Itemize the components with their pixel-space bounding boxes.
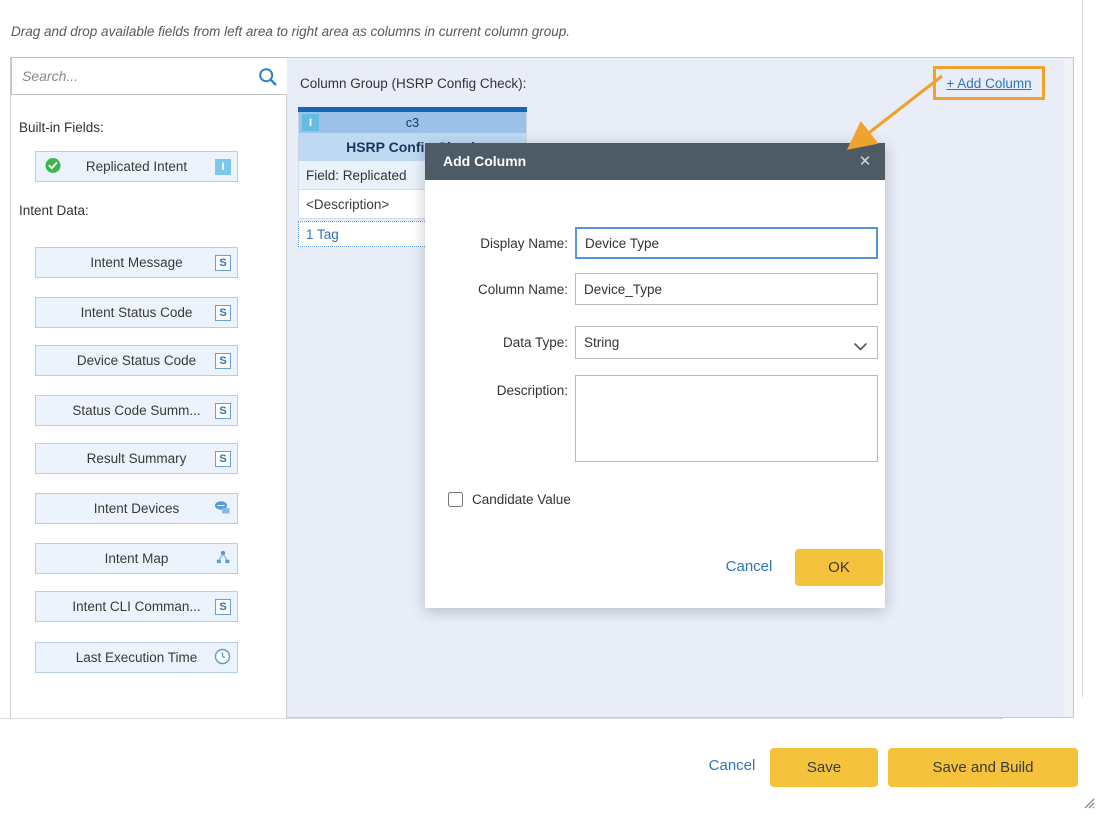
field-item-intent-map[interactable]: Intent Map [35, 543, 238, 574]
display-name-label: Display Name: [435, 236, 568, 251]
card-key-row: I c3 [298, 112, 527, 133]
field-item-label: Replicated Intent [86, 159, 187, 174]
description-field[interactable] [575, 375, 878, 462]
add-column-link[interactable]: + Add Column [946, 76, 1031, 91]
search-box[interactable] [11, 57, 288, 95]
add-column-annotation-box: + Add Column [933, 66, 1045, 100]
map-topology-icon [215, 549, 231, 568]
check-circle-icon [45, 157, 61, 176]
string-type-badge: S [215, 403, 231, 419]
string-type-badge: S [215, 599, 231, 615]
dialog-cancel-button[interactable]: Cancel [713, 558, 785, 575]
save-and-build-button[interactable]: Save and Build [888, 748, 1078, 787]
field-item-intent-message[interactable]: Intent Message S [35, 247, 238, 278]
candidate-value-option[interactable]: Candidate Value [448, 492, 571, 507]
string-type-badge: S [215, 255, 231, 271]
intent-type-badge: I [215, 159, 231, 175]
field-item-label: Status Code Summ... [72, 403, 200, 418]
instruction-text: Drag and drop available fields from left… [11, 24, 570, 39]
content-bottom-separator [0, 718, 1003, 719]
field-item-intent-devices[interactable]: Intent Devices [35, 493, 238, 524]
data-type-label: Data Type: [435, 335, 568, 350]
field-item-result-summary[interactable]: Result Summary S [35, 443, 238, 474]
field-item-replicated-intent[interactable]: Replicated Intent I [35, 151, 238, 182]
chevron-down-icon [854, 339, 867, 354]
search-icon[interactable] [258, 67, 278, 92]
window-right-border [1082, 0, 1083, 697]
field-item-status-code-summary[interactable]: Status Code Summ... S [35, 395, 238, 426]
intent-data-label: Intent Data: [19, 203, 89, 218]
field-item-label: Intent Message [90, 255, 182, 270]
string-type-badge: S [215, 305, 231, 321]
field-item-label: Intent Devices [94, 501, 180, 516]
card-column-key: c3 [406, 116, 419, 130]
data-type-select[interactable]: String [575, 326, 878, 359]
panel-scrollbar[interactable] [1064, 59, 1072, 716]
field-item-last-execution-time[interactable]: Last Execution Time [35, 642, 238, 673]
column-name-field[interactable] [575, 273, 878, 305]
field-item-label: Intent CLI Comman... [72, 599, 200, 614]
display-name-field[interactable] [575, 227, 878, 259]
intent-type-badge: I [302, 114, 319, 131]
field-item-label: Intent Status Code [81, 305, 193, 320]
candidate-value-checkbox[interactable] [448, 492, 463, 507]
fields-sidebar: Built-in Fields: Replicated Intent I Int… [10, 57, 287, 718]
footer-cancel-button[interactable]: Cancel [703, 757, 761, 774]
save-button[interactable]: Save [770, 748, 878, 787]
dialog-ok-button[interactable]: OK [795, 549, 883, 586]
devices-icon [214, 499, 231, 518]
field-item-label: Intent Map [105, 551, 169, 566]
builtin-fields-label: Built-in Fields: [19, 120, 104, 135]
field-item-intent-status-code[interactable]: Intent Status Code S [35, 297, 238, 328]
clock-icon [214, 648, 231, 668]
candidate-value-label: Candidate Value [472, 492, 571, 507]
field-item-device-status-code[interactable]: Device Status Code S [35, 345, 238, 376]
data-type-value: String [584, 335, 619, 350]
field-item-intent-cli-commands[interactable]: Intent CLI Comman... S [35, 591, 238, 622]
close-icon[interactable]: ✕ [845, 143, 885, 180]
add-column-dialog: Add Column ✕ Display Name: Column Name: … [425, 143, 885, 608]
dialog-title: Add Column [425, 143, 885, 180]
column-group-label: Column Group (HSRP Config Check): [300, 76, 526, 91]
field-item-label: Device Status Code [77, 353, 196, 368]
string-type-badge: S [215, 451, 231, 467]
resize-handle[interactable] [1080, 794, 1096, 810]
column-name-label: Column Name: [435, 282, 568, 297]
field-item-label: Last Execution Time [76, 650, 198, 665]
field-item-label: Result Summary [87, 451, 187, 466]
string-type-badge: S [215, 353, 231, 369]
description-label: Description: [435, 383, 568, 398]
search-input[interactable] [22, 58, 242, 94]
